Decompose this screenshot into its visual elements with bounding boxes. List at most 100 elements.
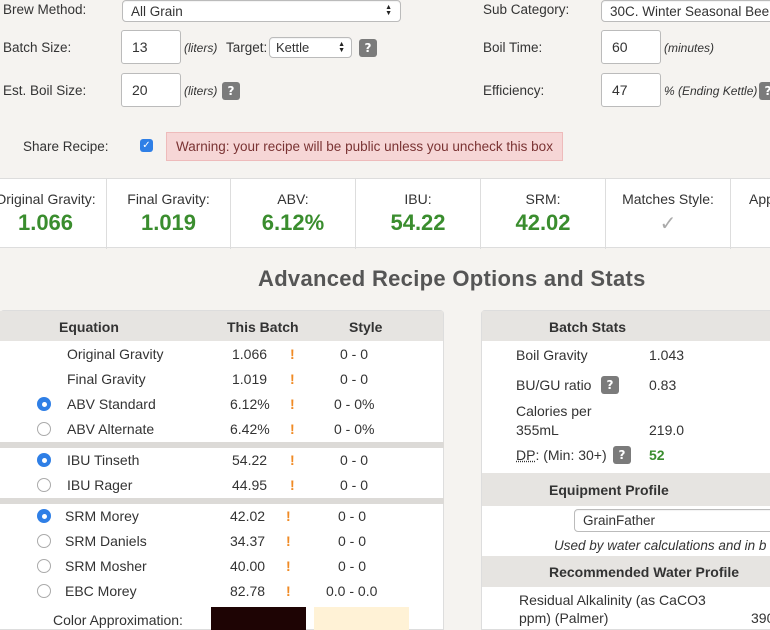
sub-category-value: 30C. Winter Seasonal Beer [610,3,770,19]
eq-value: 6.12% [230,396,270,412]
efficiency-input[interactable]: 47 [601,73,661,107]
stat-ibu: IBU: 54.22 [356,179,481,249]
target-help-icon[interactable]: ? [359,39,377,57]
batch-size-label: Batch Size: [3,40,72,55]
brew-method-select[interactable]: All Grain ▲ ▼ [122,0,401,22]
eq-style: 0 - 0% [334,421,375,437]
stat-value: 1.019 [140,210,197,235]
srm-morey-radio[interactable] [37,509,51,523]
target-select[interactable]: Kettle ▲ ▼ [269,37,352,58]
calories-label: Calories per [516,403,592,419]
stats-bar: Original Gravity: 1.066 Final Gravity: 1… [0,178,770,249]
equipment-note: Used by water calculations and in b [554,538,767,553]
stat-matches-style: Matches Style: ✓ [606,179,731,249]
col-this-batch: This Batch [227,319,299,335]
style-color-swatch [314,607,409,630]
boil-time-input[interactable]: 60 [601,30,661,64]
ibu-rager-radio[interactable] [37,478,51,492]
color-approx-label: Color Approximation: [53,612,183,628]
residual-alkalinity-source: ppm) (Palmer) [519,610,609,626]
section-title: Advanced Recipe Options and Stats [258,266,646,291]
efficiency-help-icon[interactable]: ? [759,82,770,100]
col-style: Style [349,319,383,335]
ebc-morey-radio[interactable] [37,584,51,598]
eq-style: 0 - 0 [338,533,367,549]
boil-gravity-value: 1.043 [649,347,685,363]
equipment-header: Equipment Profile [482,473,770,506]
eq-style: 0 - 0 [340,452,369,468]
stat-value: 6.12% [261,210,325,235]
est-boil-size-input[interactable]: 20 [121,73,181,107]
table-row[interactable]: ABV Alternate 6.42% ! 0 - 0% [0,417,444,442]
brew-method-value: All Grain [131,3,183,19]
eq-name: ABV Alternate [67,421,155,437]
stat-title: IBU: [404,191,432,207]
share-recipe-label: Share Recipe: [23,139,109,154]
target-value: Kettle [276,40,310,55]
eq-name: SRM Daniels [65,533,147,549]
eq-style: 0 - 0% [334,396,375,412]
srm-daniels-radio[interactable] [37,534,51,548]
select-arrows-icon: ▲ ▼ [338,40,345,54]
table-row[interactable]: SRM Daniels 34.37 ! 0 - 0 [0,529,444,554]
eq-name: Final Gravity [67,371,146,387]
eq-name: IBU Tinseth [67,452,140,468]
table-row[interactable]: EBC Morey 82.78 ! 0.0 - 0.0 [0,579,444,604]
efficiency-label: Efficiency: [483,83,545,98]
calories-value: 219.0 [649,422,685,438]
equipment-select[interactable]: GrainFather [574,509,770,532]
boil-size-help-icon[interactable]: ? [222,82,240,100]
dp-label-rest: : (Min: 30+) [535,447,607,463]
warning-icon: ! [290,452,295,468]
batch-stats-panel: Batch Stats Boil Gravity 1.043 BU/GU rat… [481,310,770,630]
bugu-label: BU/GU ratio [516,377,592,393]
warning-icon: ! [290,371,295,387]
warning-icon: ! [286,533,291,549]
eq-name: ABV Standard [67,396,156,412]
abv-alternate-radio[interactable] [37,422,51,436]
stat-title: App [749,191,770,207]
select-arrows-icon: ▲ ▼ [385,4,392,17]
warning-icon: ! [290,346,295,362]
eq-value: 82.78 [230,583,266,599]
stat-app: App [731,179,770,249]
eq-value: 6.42% [230,421,270,437]
table-row[interactable]: ABV Standard 6.12% ! 0 - 0% [0,392,444,417]
water-title: Recommended Water Profile [549,564,740,580]
table-row[interactable]: IBU Tinseth 54.22 ! 0 - 0 [0,448,444,473]
boil-time-value: 60 [612,39,628,55]
eq-name: SRM Mosher [65,558,147,574]
dp-help-icon[interactable]: ? [613,446,631,464]
stat-value: 42.02 [515,210,571,235]
table-row[interactable]: SRM Morey 42.02 ! 0 - 0 [0,504,444,529]
batch-stats-header: Batch Stats [482,311,770,341]
brew-method-label: Brew Method: [3,2,87,17]
eq-value: 42.02 [230,508,266,524]
residual-alkalinity-label: Residual Alkalinity (as CaCO3 [519,592,706,608]
stat-srm: SRM: 42.02 [481,179,606,249]
target-label: Target: [226,40,268,55]
eq-style: 0 - 0 [340,346,369,362]
warning-icon: ! [290,477,295,493]
table-row[interactable]: IBU Rager 44.95 ! 0 - 0 [0,473,444,498]
share-recipe-checkbox[interactable]: ✓ [140,139,153,152]
bugu-help-icon[interactable]: ? [601,376,619,394]
eq-style: 0 - 0 [338,508,367,524]
eq-name: EBC Morey [65,583,137,599]
eq-value: 1.019 [232,371,268,387]
sub-category-select[interactable]: 30C. Winter Seasonal Beer [601,0,770,22]
est-boil-size-value: 20 [132,82,148,98]
eq-style: 0 - 0 [340,477,369,493]
batch-size-value: 13 [132,39,148,55]
eq-style: 0 - 0 [340,371,369,387]
equation-header: Equation This Batch Style [0,311,443,341]
srm-mosher-radio[interactable] [37,559,51,573]
warning-icon: ! [286,558,291,574]
ibu-tinseth-radio[interactable] [37,453,51,467]
abv-standard-radio[interactable] [37,397,51,411]
eq-value: 40.00 [230,558,266,574]
stat-title: Final Gravity: [127,191,210,207]
eq-style: 0.0 - 0.0 [326,583,378,599]
batch-size-input[interactable]: 13 [121,30,181,64]
table-row[interactable]: SRM Mosher 40.00 ! 0 - 0 [0,554,444,579]
